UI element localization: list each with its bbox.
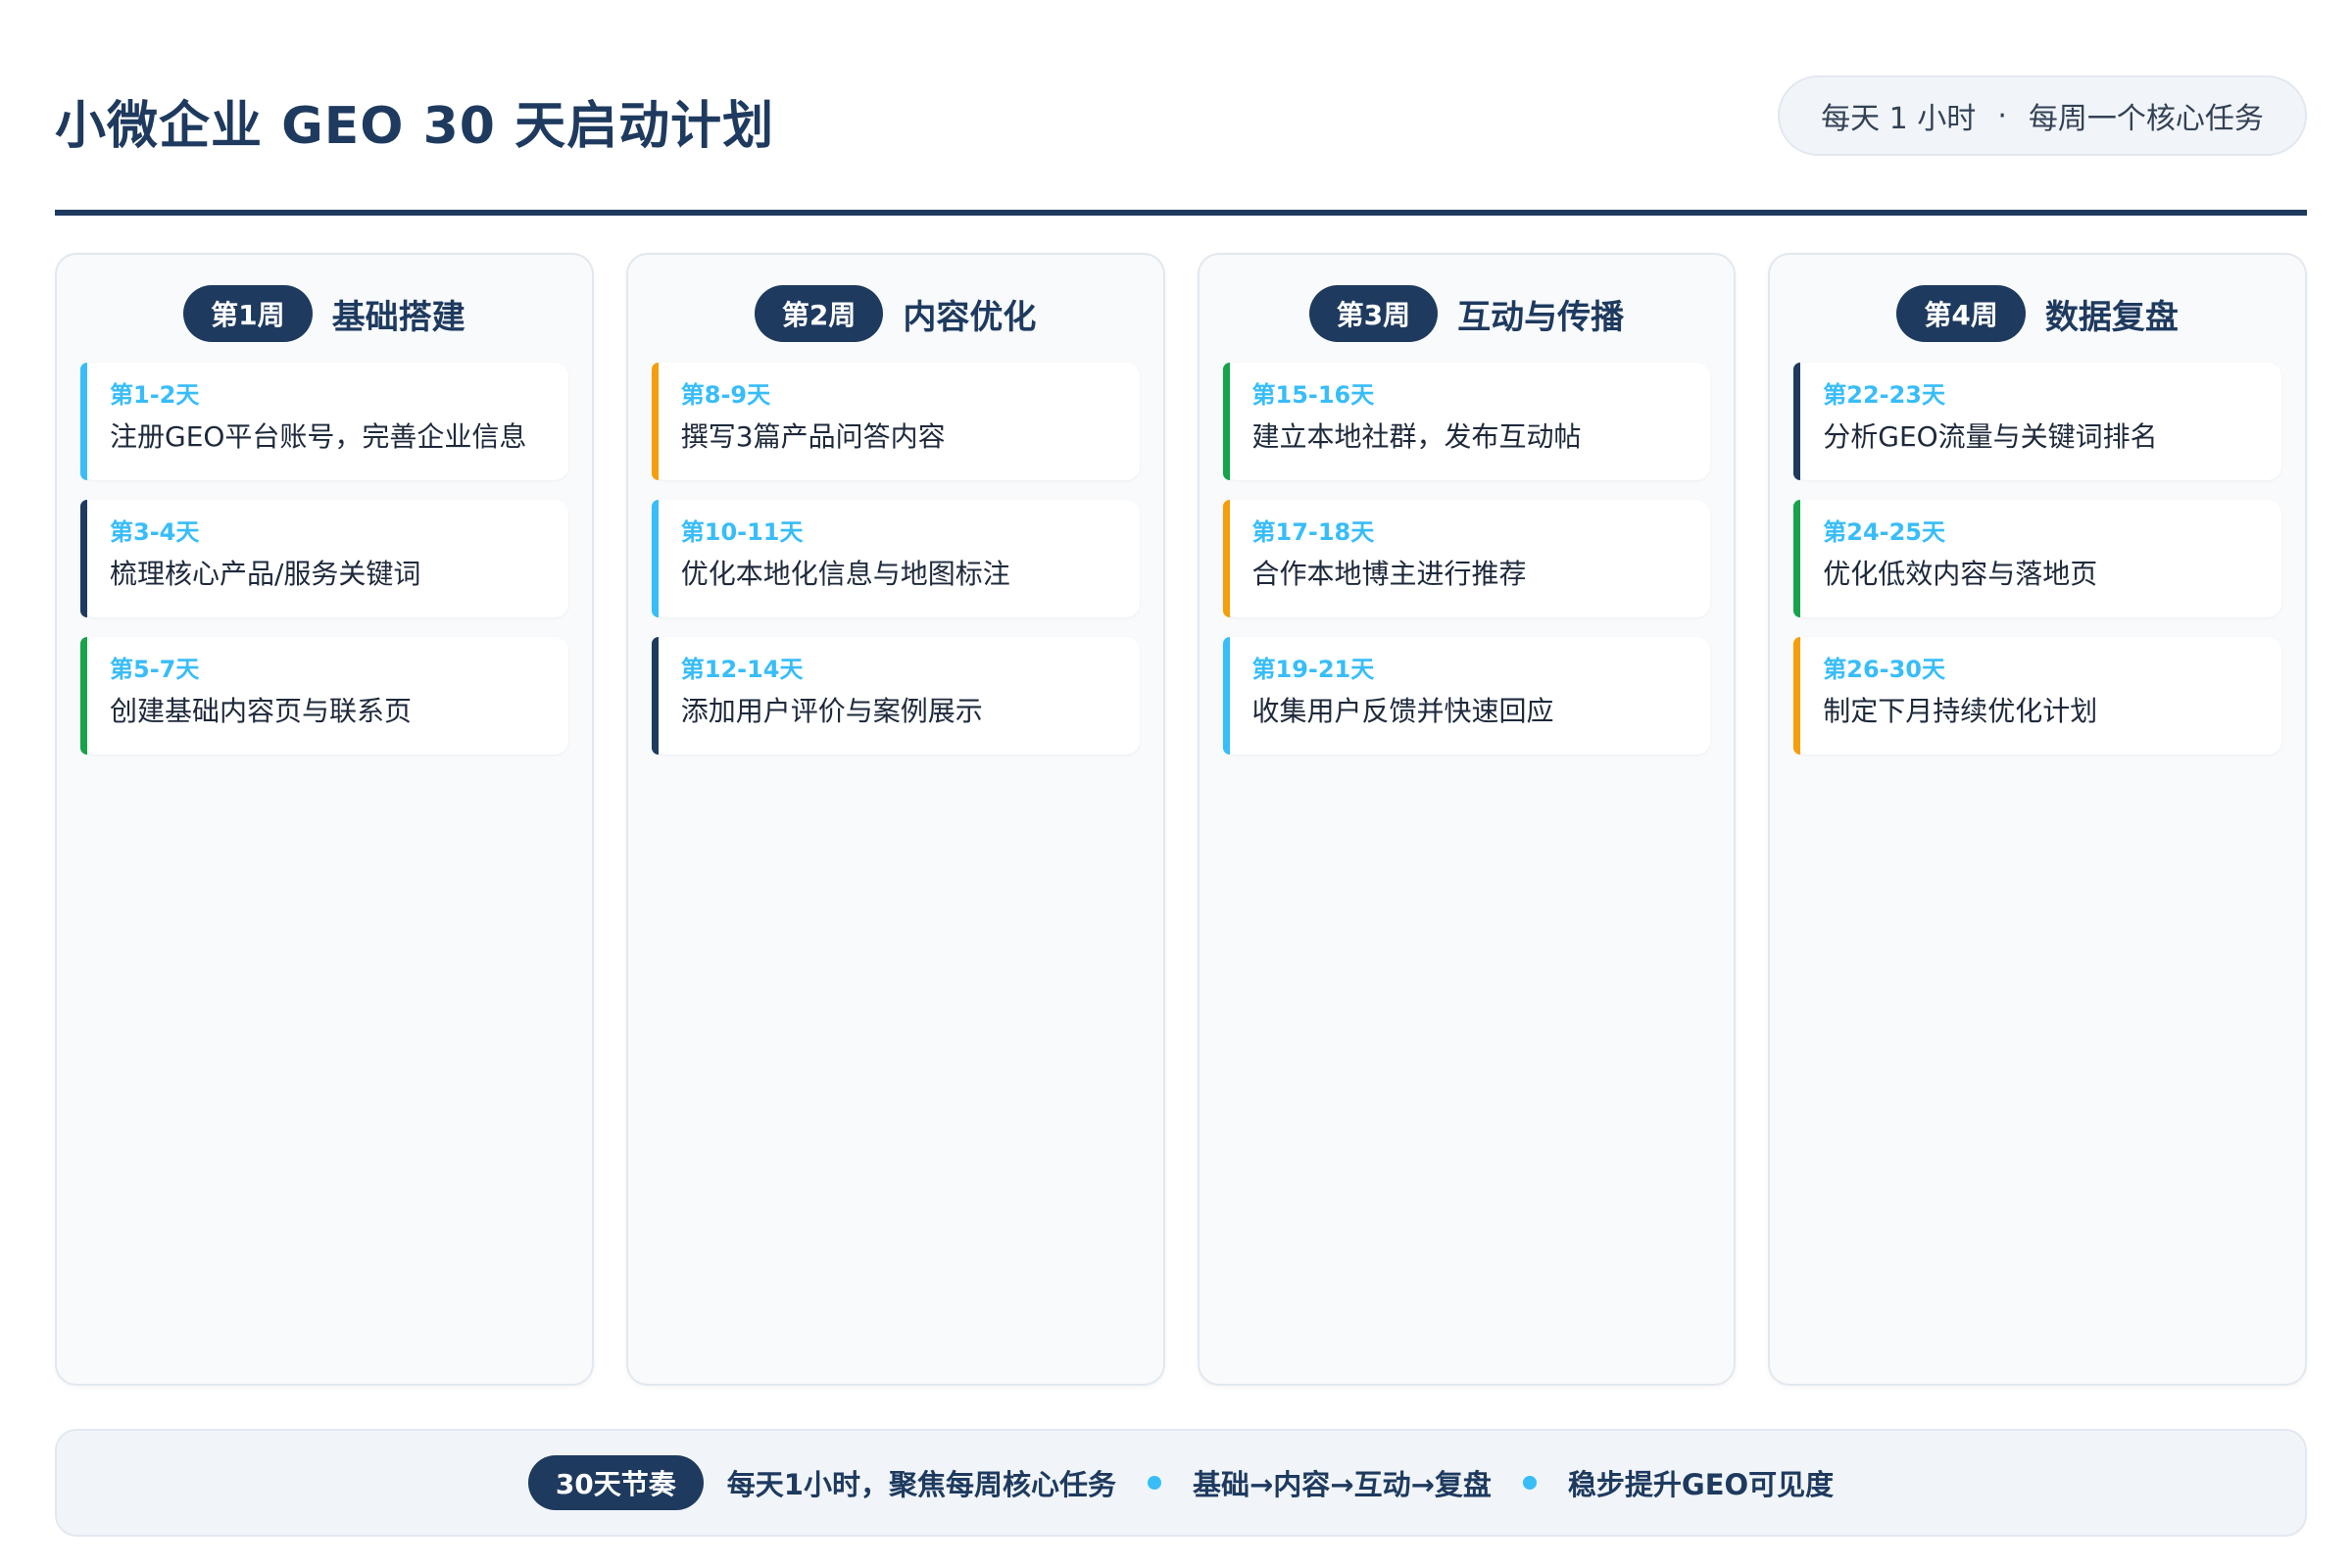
task-accent-bar — [651, 500, 659, 617]
task-accent-bar — [1222, 500, 1230, 617]
task-text: 建立本地社群，发布互动帖 — [1251, 420, 1582, 453]
task-days: 第19-21天 — [1251, 656, 1375, 683]
task-text: 制定下月持续优化计划 — [1823, 695, 2098, 727]
footer-segment-1: 每天1小时，聚焦每周核心任务 — [726, 1468, 1116, 1501]
task-text: 优化低效内容与落地页 — [1823, 558, 2098, 590]
task-days: 第10-11天 — [680, 518, 804, 546]
week-badge: 第2周 — [754, 285, 884, 342]
bullet-dot-icon — [1522, 1476, 1537, 1490]
task-accent-bar — [80, 500, 87, 617]
pill-weekly-text: 每周一个核心任务 — [2028, 102, 2264, 136]
task-item: 第10-11天 优化本地化信息与地图标注 — [651, 500, 1140, 617]
task-days: 第8-9天 — [680, 381, 771, 409]
pill-separator: · — [1997, 98, 2007, 133]
week-columns: 第1周 基础搭建 第1-2天 注册GEO平台账号，完善企业信息 第3-4天 梳理… — [55, 253, 2307, 1386]
task-days: 第3-4天 — [110, 518, 200, 546]
task-item: 第1-2天 注册GEO平台账号，完善企业信息 — [80, 363, 568, 480]
task-text: 注册GEO平台账号，完善企业信息 — [110, 420, 527, 453]
task-item: 第22-23天 分析GEO流量与关键词排名 — [1793, 363, 2281, 480]
task-accent-bar — [651, 363, 659, 480]
task-item: 第26-30天 制定下月持续优化计划 — [1793, 637, 2281, 755]
summary-pill: 每天 1 小时 · 每周一个核心任务 — [1778, 75, 2307, 156]
week-card-3: 第3周 互动与传播 第15-16天 建立本地社群，发布互动帖 第17-18天 合… — [1197, 253, 1737, 1386]
task-accent-bar — [1793, 637, 1801, 755]
task-accent-bar — [651, 637, 659, 755]
week-badge: 第1周 — [183, 285, 313, 342]
week-title: 内容优化 — [903, 297, 1037, 337]
task-days: 第24-25天 — [1823, 518, 1946, 546]
task-item: 第15-16天 建立本地社群，发布互动帖 — [1222, 363, 1711, 480]
task-days: 第15-16天 — [1251, 381, 1375, 409]
task-accent-bar — [1793, 500, 1801, 617]
task-accent-bar — [80, 637, 87, 755]
task-item: 第5-7天 创建基础内容页与联系页 — [80, 637, 568, 755]
task-text: 分析GEO流量与关键词排名 — [1823, 420, 2158, 453]
task-days: 第5-7天 — [110, 656, 200, 683]
task-days: 第12-14天 — [680, 656, 804, 683]
task-item: 第17-18天 合作本地博主进行推荐 — [1222, 500, 1711, 617]
week-card-2: 第2周 内容优化 第8-9天 撰写3篇产品问答内容 第10-11天 优化本地化信… — [625, 253, 1165, 1386]
week-header: 第2周 内容优化 — [652, 284, 1140, 343]
task-text: 撰写3篇产品问答内容 — [680, 420, 946, 453]
task-text: 添加用户评价与案例展示 — [680, 695, 983, 727]
week-title: 互动与传播 — [1457, 297, 1625, 337]
week-badge: 第4周 — [1896, 285, 2026, 342]
week-header: 第4周 数据复盘 — [1793, 284, 2281, 343]
task-item: 第8-9天 撰写3篇产品问答内容 — [651, 363, 1140, 480]
task-accent-bar — [80, 363, 87, 480]
week-badge: 第3周 — [1308, 285, 1439, 342]
week-header: 第1周 基础搭建 — [80, 284, 568, 343]
header: 小微企业 GEO 30 天启动计划 每天 1 小时 · 每周一个核心任务 — [55, 71, 2307, 159]
footer-badge: 30天节奏 — [527, 1455, 704, 1510]
footer-segment-3: 稳步提升GEO可见度 — [1567, 1468, 1835, 1501]
task-days: 第17-18天 — [1251, 518, 1375, 546]
week-header: 第3周 互动与传播 — [1223, 284, 1711, 343]
task-days: 第22-23天 — [1823, 381, 1946, 409]
task-item: 第19-21天 收集用户反馈并快速回应 — [1222, 637, 1711, 755]
task-text: 创建基础内容页与联系页 — [110, 695, 413, 727]
header-divider — [55, 210, 2307, 216]
week-card-4: 第4周 数据复盘 第22-23天 分析GEO流量与关键词排名 第24-25天 优… — [1768, 253, 2307, 1386]
task-days: 第1-2天 — [110, 381, 200, 409]
week-card-1: 第1周 基础搭建 第1-2天 注册GEO平台账号，完善企业信息 第3-4天 梳理… — [55, 253, 594, 1386]
task-text: 优化本地化信息与地图标注 — [680, 558, 1010, 590]
task-accent-bar — [1222, 363, 1230, 480]
page-title: 小微企业 GEO 30 天启动计划 — [55, 97, 775, 156]
task-text: 收集用户反馈并快速回应 — [1251, 695, 1554, 727]
week-title: 数据复盘 — [2044, 297, 2179, 337]
pill-daily-text: 每天 1 小时 — [1821, 102, 1977, 136]
task-accent-bar — [1793, 363, 1801, 480]
task-item: 第12-14天 添加用户评价与案例展示 — [651, 637, 1140, 755]
task-days: 第26-30天 — [1823, 656, 1946, 683]
footer-summary: 30天节奏 每天1小时，聚焦每周核心任务 基础→内容→互动→复盘 稳步提升GEO… — [55, 1429, 2307, 1537]
task-item: 第24-25天 优化低效内容与落地页 — [1793, 500, 2281, 617]
footer-segment-2: 基础→内容→互动→复盘 — [1192, 1468, 1492, 1501]
task-accent-bar — [1222, 637, 1230, 755]
task-item: 第3-4天 梳理核心产品/服务关键词 — [80, 500, 568, 617]
task-text: 梳理核心产品/服务关键词 — [110, 558, 421, 590]
week-title: 基础搭建 — [331, 297, 466, 337]
task-text: 合作本地博主进行推荐 — [1251, 558, 1527, 590]
bullet-dot-icon — [1147, 1476, 1161, 1490]
